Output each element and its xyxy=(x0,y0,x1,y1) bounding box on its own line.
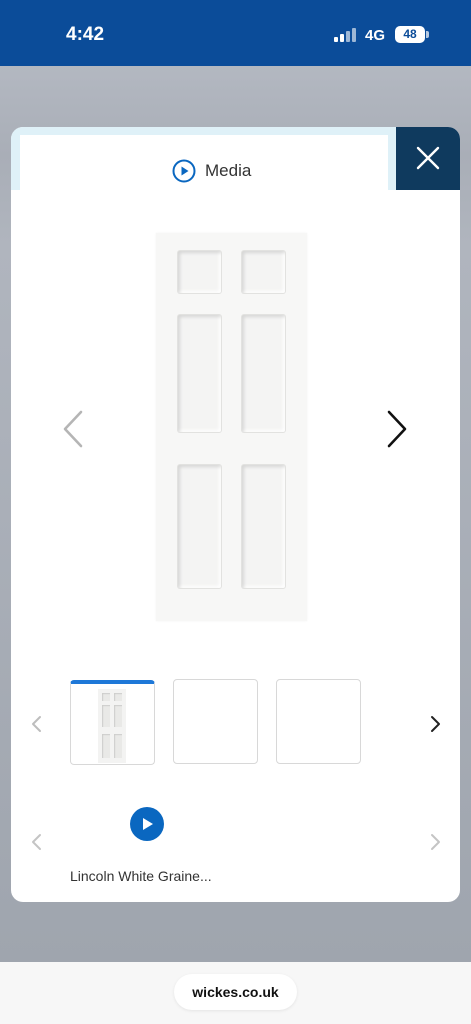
thumbnail-door-image xyxy=(98,689,126,763)
door-panel xyxy=(242,315,285,432)
video-caption[interactable]: Lincoln White Graine... xyxy=(70,868,212,884)
thumbnails-prev-arrow[interactable] xyxy=(30,715,42,733)
thumbnail-empty[interactable] xyxy=(276,679,361,764)
close-button[interactable] xyxy=(396,127,460,190)
battery-icon: 48 xyxy=(395,26,425,43)
videos-prev-arrow[interactable] xyxy=(30,833,42,851)
play-video-button[interactable] xyxy=(130,807,164,841)
status-time: 4:42 xyxy=(66,24,105,45)
thumbnail-empty[interactable] xyxy=(173,679,258,764)
media-modal: Media Lincoln White Graine... xyxy=(11,127,460,902)
door-panel xyxy=(178,465,221,588)
signal-icon xyxy=(334,28,358,42)
play-icon xyxy=(143,818,153,830)
network-label: 4G xyxy=(365,27,386,44)
door-panel xyxy=(178,251,221,293)
thumbnails-next-arrow[interactable] xyxy=(430,715,442,733)
battery-nub xyxy=(426,31,429,38)
tab-media[interactable]: Media xyxy=(20,135,388,190)
main-door-image xyxy=(156,233,307,621)
url-bar[interactable]: wickes.co.uk xyxy=(174,974,297,1010)
media-tab-strip: Media xyxy=(11,127,396,190)
status-bar: 4:42 4G 48 xyxy=(0,0,471,66)
close-icon xyxy=(416,146,440,170)
door-panel xyxy=(242,251,285,293)
videos-next-arrow[interactable] xyxy=(430,833,442,851)
tab-media-label: Media xyxy=(205,161,252,180)
main-next-arrow[interactable] xyxy=(385,410,409,448)
play-circle-icon xyxy=(172,159,196,183)
thumbnail-door[interactable] xyxy=(70,680,155,765)
main-prev-arrow[interactable] xyxy=(61,410,85,448)
door-panel xyxy=(242,465,285,588)
door-panel xyxy=(178,315,221,432)
